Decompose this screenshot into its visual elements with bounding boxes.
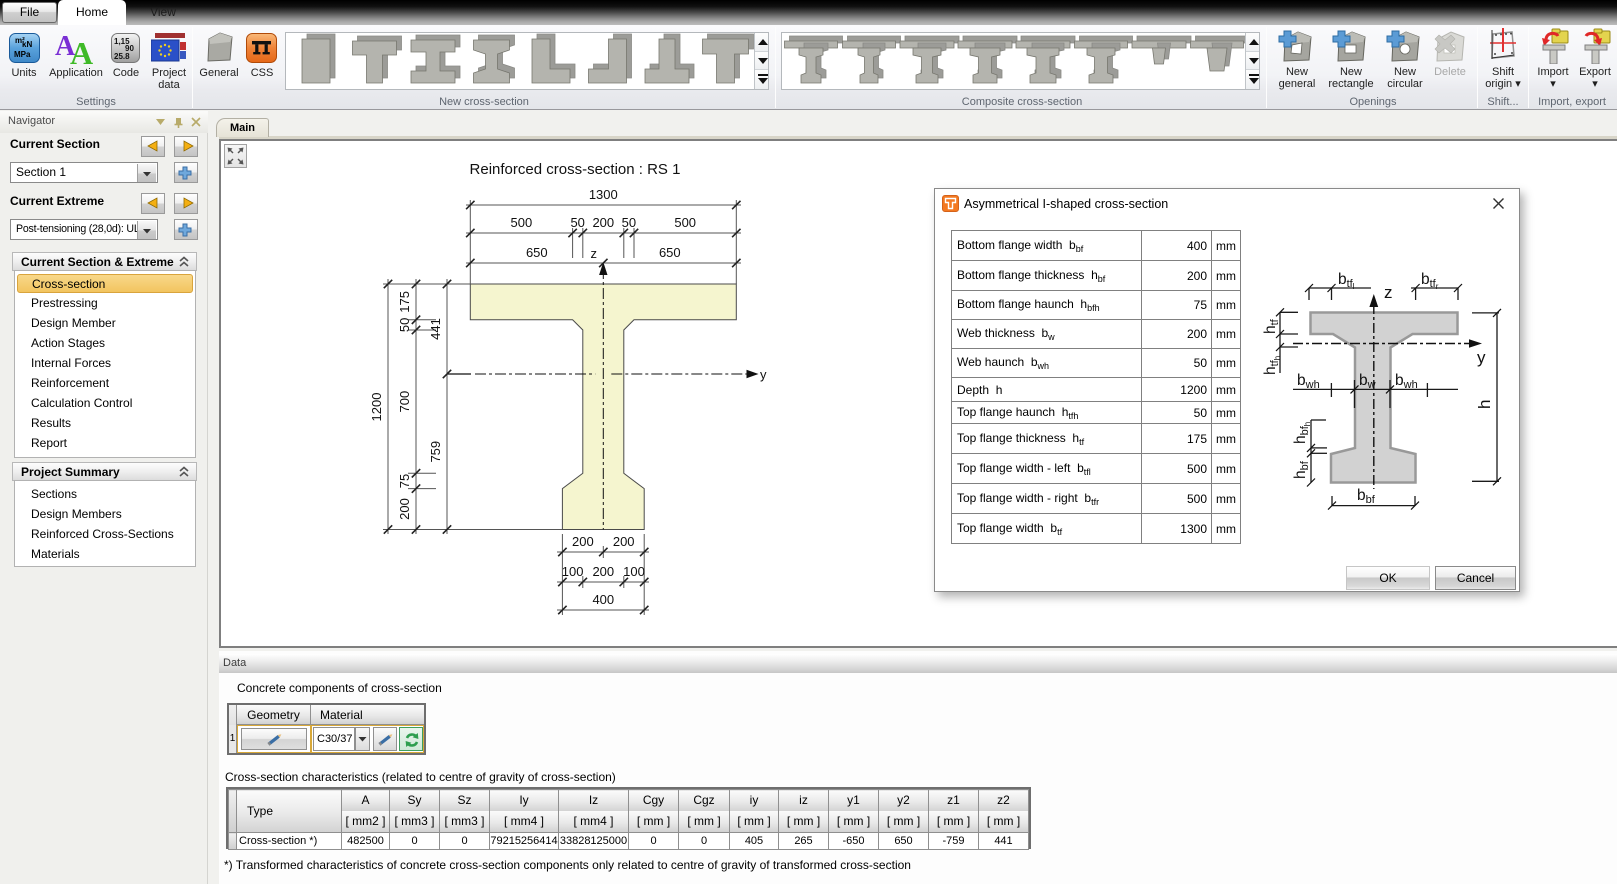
svg-text:25.8: 25.8	[114, 52, 130, 61]
svg-text:z: z	[591, 246, 598, 261]
svg-text:75: 75	[397, 474, 412, 488]
svg-text:400: 400	[592, 592, 614, 607]
svg-text:200: 200	[613, 534, 635, 549]
svg-text:htf: htf	[1262, 318, 1281, 334]
svg-text:y: y	[1477, 348, 1486, 367]
svg-text:MPa: MPa	[14, 50, 31, 59]
svg-text:200: 200	[397, 498, 412, 520]
svg-text:175: 175	[397, 291, 412, 313]
svg-text:50: 50	[397, 318, 412, 332]
svg-text:700: 700	[397, 391, 412, 413]
svg-text:y: y	[760, 367, 767, 382]
svg-text:200: 200	[592, 564, 614, 579]
svg-text:100: 100	[623, 564, 645, 579]
svg-text:650: 650	[526, 245, 548, 260]
svg-text:500: 500	[511, 215, 533, 230]
svg-text:h: h	[1475, 400, 1494, 409]
svg-text:1200: 1200	[369, 393, 384, 422]
svg-text:200: 200	[572, 534, 594, 549]
svg-text:Reinforced cross-section : RS: Reinforced cross-section : RS 1	[470, 161, 681, 178]
svg-text:hbf: hbf	[1292, 460, 1311, 479]
svg-text:650: 650	[659, 245, 681, 260]
svg-text:bbf: bbf	[1357, 487, 1376, 506]
svg-text:200: 200	[592, 215, 614, 230]
svg-text:1300: 1300	[589, 187, 618, 202]
svg-text:bwh: bwh	[1297, 372, 1320, 391]
svg-text:441: 441	[428, 318, 443, 340]
svg-text:htfh: htfh	[1262, 356, 1282, 375]
svg-text:50: 50	[622, 215, 636, 230]
svg-text:hbfh: hbfh	[1292, 422, 1312, 444]
svg-text:kN: kN	[22, 40, 32, 49]
svg-text:759: 759	[428, 441, 443, 463]
svg-text:bwh: bwh	[1395, 372, 1418, 391]
svg-text:z: z	[1384, 283, 1393, 302]
svg-text:500: 500	[674, 215, 696, 230]
svg-text:50: 50	[570, 215, 584, 230]
svg-text:100: 100	[562, 564, 584, 579]
